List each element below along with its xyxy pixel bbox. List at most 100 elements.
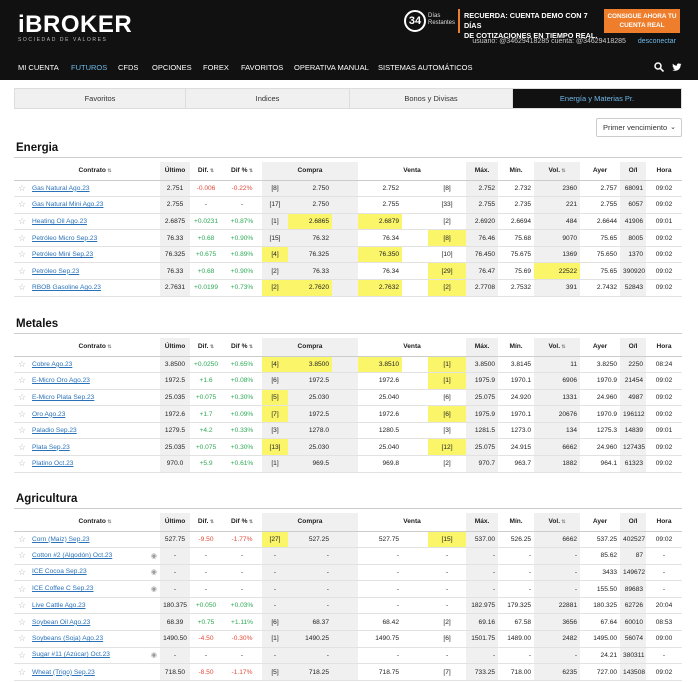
ask-price[interactable]: 76.34 (358, 262, 403, 281)
ask-price[interactable]: 3.8510 (358, 356, 403, 374)
col-max[interactable]: Máx. (466, 338, 499, 357)
col-max[interactable]: Máx. (466, 513, 499, 532)
nav-sistemas-automaticos[interactable]: SISTEMAS AUTOMÁTICOS (378, 56, 472, 80)
bid-price[interactable]: 527.25 (288, 531, 332, 549)
contract-link[interactable]: Plata Sep.23 (30, 438, 160, 457)
contract-link[interactable]: Gas Natural Mini Ago.23 (30, 196, 160, 214)
bid-price[interactable]: - (288, 580, 332, 598)
favorite-star-icon[interactable]: ☆ (14, 547, 30, 565)
favorite-star-icon[interactable]: ☆ (14, 422, 30, 440)
ask-price[interactable]: 68.42 (358, 613, 403, 632)
nav-opciones[interactable]: OPCIONES (152, 56, 192, 80)
contract-link[interactable]: Platino Oct.23 (30, 455, 160, 473)
ask-price[interactable]: 76.34 (358, 229, 403, 247)
bid-price[interactable]: 969.5 (288, 455, 332, 473)
bid-price[interactable]: 1278.0 (288, 422, 332, 440)
tab-indices[interactable]: Indices (186, 89, 350, 108)
favorite-star-icon[interactable]: ☆ (14, 580, 30, 598)
bid-price[interactable]: - (288, 547, 332, 565)
ask-price[interactable]: - (358, 647, 403, 665)
ask-price[interactable]: 2.752 (358, 180, 403, 198)
bid-price[interactable]: 2.6865 (288, 213, 332, 231)
contract-link[interactable]: ICE Cocoa Sep.23 ◉ (30, 564, 160, 582)
ask-price[interactable]: 2.755 (358, 196, 403, 214)
col-min[interactable]: Mín. (498, 338, 535, 357)
ask-price[interactable]: 2.7632 (358, 279, 403, 297)
col-compra[interactable]: Compra (262, 162, 359, 181)
contract-link[interactable]: Paladio Sep.23 (30, 422, 160, 440)
col-dif-pct[interactable]: Dif % ⇅ (222, 513, 262, 532)
col-vol[interactable]: Vol. ⇅ (534, 162, 581, 181)
ask-price[interactable]: 76.350 (358, 246, 403, 264)
contract-link[interactable]: Cobre Ago.23 (30, 356, 160, 374)
col-compra[interactable]: Compra (262, 338, 359, 357)
ask-price[interactable]: - (358, 597, 403, 615)
col-contrato[interactable]: Contrato ⇅ (30, 338, 160, 357)
favorite-star-icon[interactable]: ☆ (14, 663, 30, 681)
col-min[interactable]: Mín. (498, 513, 535, 532)
col-venta[interactable]: Venta (358, 162, 467, 181)
contract-link[interactable]: Sugar #11 (Azúcar) Oct.23 ◉ (30, 647, 160, 665)
col-contrato[interactable]: Contrato ⇅ (30, 162, 160, 181)
contract-link[interactable]: Petróleo Sep.23 (30, 262, 160, 281)
contract-link[interactable]: Heating Oil Ago.23 (30, 213, 160, 231)
col-vol[interactable]: Vol. ⇅ (534, 513, 581, 532)
col-vol[interactable]: Vol. ⇅ (534, 338, 581, 357)
bid-price[interactable]: - (288, 564, 332, 582)
favorite-star-icon[interactable]: ☆ (14, 405, 30, 423)
contract-link[interactable]: Corn (Maíz) Sep.23 (30, 531, 160, 549)
bid-price[interactable]: 2.7620 (288, 279, 332, 297)
nav-operativa-manual[interactable]: OPERATIVA MANUAL (294, 56, 369, 80)
favorite-star-icon[interactable]: ☆ (14, 613, 30, 632)
bid-price[interactable]: 718.25 (288, 663, 332, 681)
col-dif-pct[interactable]: Dif % ⇅ (222, 162, 262, 181)
contract-link[interactable]: E-Micro Oro Ago.23 (30, 372, 160, 390)
bid-price[interactable]: 76.325 (288, 246, 332, 264)
contract-link[interactable]: Soybeans (Soja) Ago.23 (30, 630, 160, 648)
col-dif[interactable]: Dif. ⇅ (190, 162, 222, 181)
contract-link[interactable]: Petróleo Micro Sep.23 (30, 229, 160, 247)
bid-price[interactable]: - (288, 597, 332, 615)
favorite-star-icon[interactable]: ☆ (14, 213, 30, 231)
bid-price[interactable]: 76.32 (288, 229, 332, 247)
col-min[interactable]: Mín. (498, 162, 535, 181)
col-dif[interactable]: Dif. ⇅ (190, 338, 222, 357)
favorite-star-icon[interactable]: ☆ (14, 455, 30, 473)
ask-price[interactable]: - (358, 580, 403, 598)
favorite-star-icon[interactable]: ☆ (14, 597, 30, 615)
bid-price[interactable]: 2.750 (288, 196, 332, 214)
contract-link[interactable]: E-Micro Plata Sep.23 (30, 389, 160, 407)
col-hora[interactable]: Hora (646, 338, 682, 357)
ask-price[interactable]: 1972.6 (358, 372, 403, 390)
col-ayer[interactable]: Ayer (580, 162, 621, 181)
favorite-star-icon[interactable]: ☆ (14, 564, 30, 582)
col-max[interactable]: Máx. (466, 162, 499, 181)
contract-link[interactable]: ICE Coffee C Sep.23 ◉ (30, 580, 160, 598)
ask-price[interactable]: 25.040 (358, 389, 403, 407)
ask-price[interactable]: - (358, 564, 403, 582)
contract-link[interactable]: Wheat (Trigo) Sep.23 (30, 663, 160, 681)
nav-mi-cuenta[interactable]: MI CUENTA (18, 56, 59, 80)
tab-favoritos[interactable]: Favoritos (15, 89, 186, 108)
nav-futuros[interactable]: FUTUROS (71, 56, 107, 80)
favorite-star-icon[interactable]: ☆ (14, 389, 30, 407)
col-venta[interactable]: Venta (358, 338, 467, 357)
favorite-star-icon[interactable]: ☆ (14, 262, 30, 281)
contract-link[interactable]: Soybean Oil Ago.23 (30, 613, 160, 632)
bid-price[interactable]: 25.030 (288, 438, 332, 457)
favorite-star-icon[interactable]: ☆ (14, 356, 30, 374)
col-venta[interactable]: Venta (358, 513, 467, 532)
col-ayer[interactable]: Ayer (580, 338, 621, 357)
ask-price[interactable]: - (358, 547, 403, 565)
favorite-star-icon[interactable]: ☆ (14, 196, 30, 214)
col-dif-pct[interactable]: Dif % ⇅ (222, 338, 262, 357)
nav-cfds[interactable]: CFDS (118, 56, 138, 80)
brand-logo[interactable]: iBROKER (18, 13, 132, 37)
tab-bonos-divisas[interactable]: Bonos y Divisas (350, 89, 513, 108)
favorite-star-icon[interactable]: ☆ (14, 180, 30, 198)
col-ultimo[interactable]: Último (160, 162, 190, 181)
tab-energia-materias[interactable]: Energía y Materias Pr. (513, 89, 681, 108)
logout-link[interactable]: desconectar (638, 38, 676, 45)
favorite-star-icon[interactable]: ☆ (14, 438, 30, 457)
favorite-star-icon[interactable]: ☆ (14, 531, 30, 549)
